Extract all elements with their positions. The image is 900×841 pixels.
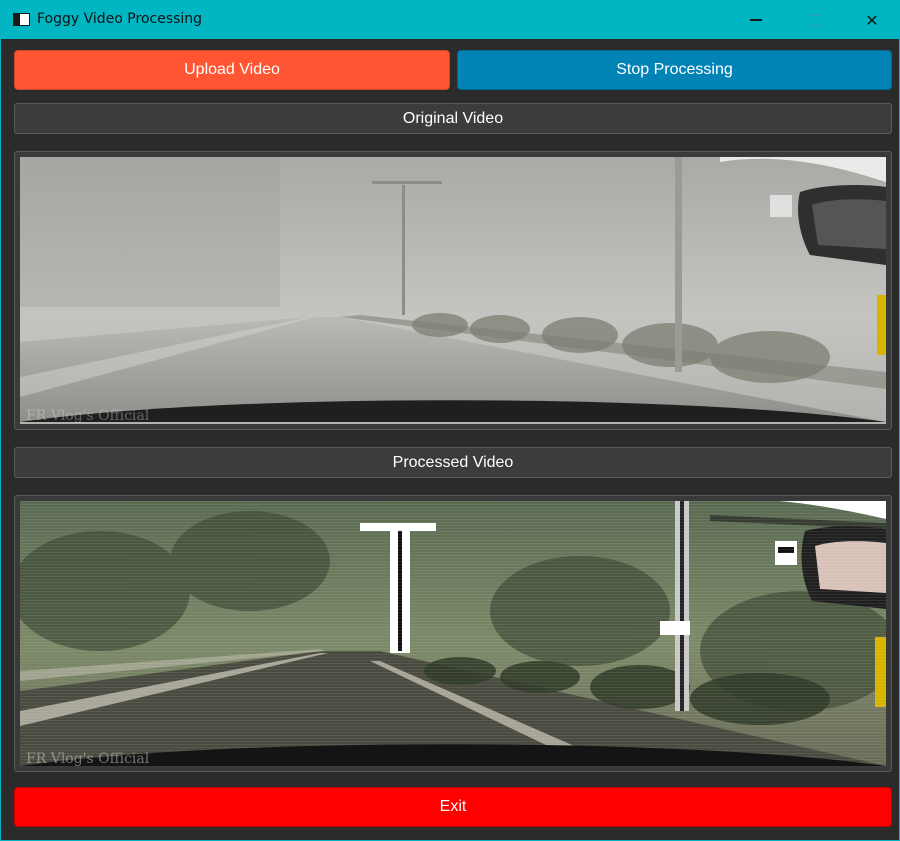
processed-video-panel: FR Vlog's Official	[14, 495, 892, 772]
original-watermark: FR Vlog's Official	[26, 408, 150, 424]
minimize-button[interactable]	[728, 1, 784, 39]
window-icon	[13, 13, 30, 26]
processed-watermark: FR Vlog's Official	[26, 751, 150, 766]
processed-video-label: Processed Video	[14, 447, 892, 478]
minimize-icon	[750, 19, 762, 21]
processed-video-frame: FR Vlog's Official	[20, 501, 886, 766]
title-bar[interactable]: Foggy Video Processing ✕	[1, 1, 899, 39]
window-title: Foggy Video Processing	[37, 11, 203, 27]
upload-video-button[interactable]: Upload Video	[14, 50, 450, 90]
app-window: Foggy Video Processing ✕ Upload Video St…	[0, 0, 900, 841]
close-button[interactable]: ✕	[844, 1, 900, 39]
original-video-frame: FR Vlog's Official	[20, 157, 886, 424]
main-content: Upload Video Stop Processing Original Vi…	[1, 39, 899, 840]
exit-button[interactable]: Exit	[14, 787, 892, 827]
original-video-panel: FR Vlog's Official	[14, 151, 892, 430]
stop-processing-button[interactable]: Stop Processing	[457, 50, 892, 90]
original-video-image: FR Vlog's Official	[20, 157, 886, 424]
processed-video-image: FR Vlog's Official	[20, 501, 886, 766]
close-icon: ✕	[865, 10, 879, 30]
maximize-icon	[808, 14, 820, 26]
maximize-button[interactable]	[786, 1, 842, 39]
original-video-label: Original Video	[14, 103, 892, 134]
